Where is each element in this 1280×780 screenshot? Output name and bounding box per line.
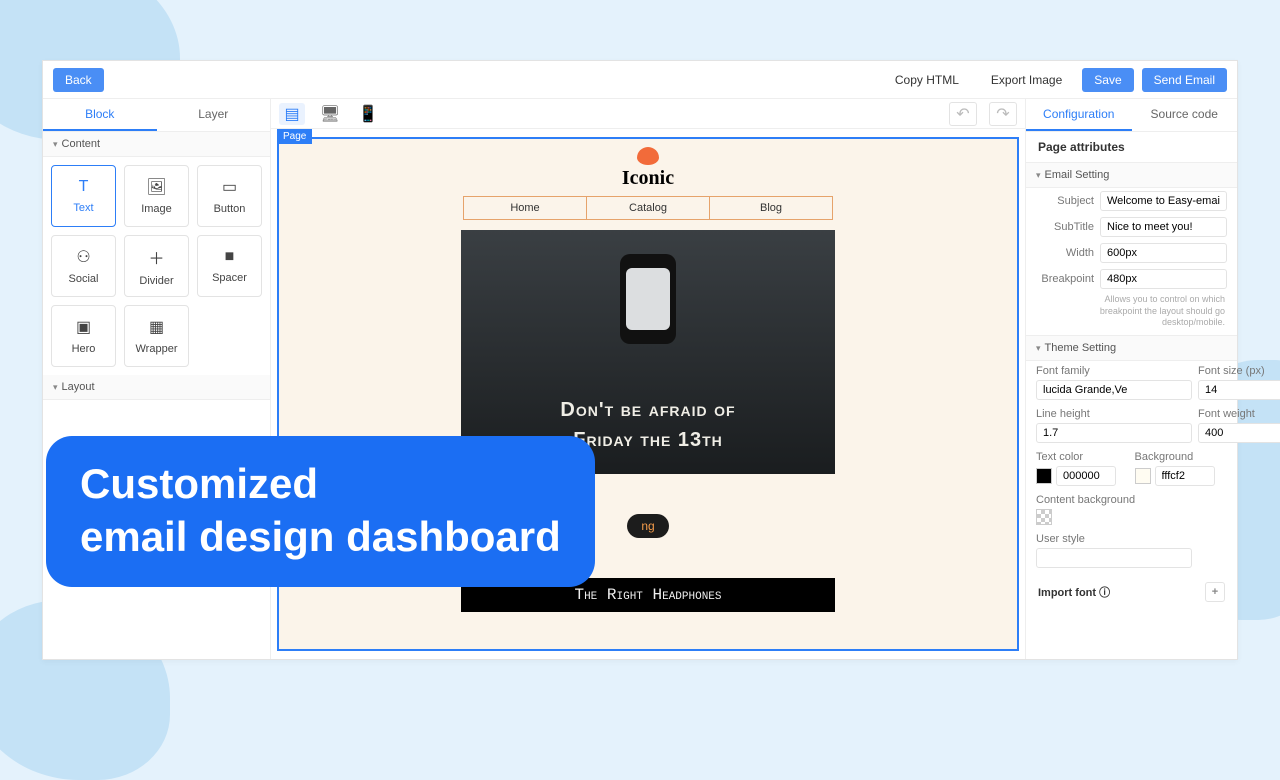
- tab-block[interactable]: Block: [43, 99, 157, 131]
- undo-button[interactable]: ↶: [949, 102, 977, 126]
- width-label: Width: [1036, 247, 1094, 259]
- marketing-overlay: Customized email design dashboard: [46, 436, 595, 587]
- block-wrapper[interactable]: ▦Wrapper: [124, 305, 189, 367]
- block-image[interactable]: 🖼Image: [124, 165, 189, 227]
- tab-configuration[interactable]: Configuration: [1026, 99, 1132, 131]
- breakpoint-input[interactable]: [1100, 269, 1227, 289]
- font-family-input[interactable]: [1036, 380, 1192, 400]
- hero-line2: Friday the 13th: [573, 429, 723, 451]
- font-weight-input[interactable]: [1198, 423, 1280, 443]
- watch-image: [620, 254, 676, 344]
- copy-html-button[interactable]: Copy HTML: [883, 68, 971, 92]
- social-icon: ⚇: [76, 247, 90, 267]
- breakpoint-hint: Allows you to control on which breakpoin…: [1026, 292, 1237, 335]
- right-sidebar: Configuration Source code Page attribute…: [1025, 99, 1237, 659]
- subject-label: Subject: [1036, 195, 1094, 207]
- text-color-input[interactable]: [1056, 466, 1116, 486]
- background-input[interactable]: [1155, 466, 1215, 486]
- font-family-label: Font family: [1036, 365, 1192, 377]
- device-edit[interactable]: ▤: [279, 103, 305, 125]
- text-color-swatch[interactable]: [1036, 468, 1052, 484]
- brand-name: Iconic: [622, 167, 674, 190]
- content-bg-swatch[interactable]: [1036, 509, 1052, 525]
- subtitle-input[interactable]: [1100, 217, 1227, 237]
- line-height-input[interactable]: [1036, 423, 1192, 443]
- block-text[interactable]: TText: [51, 165, 116, 227]
- overlay-line1: Customized: [80, 458, 561, 511]
- tab-source-code[interactable]: Source code: [1132, 99, 1238, 131]
- line-height-label: Line height: [1036, 408, 1192, 420]
- section-content-label: Content: [62, 138, 101, 150]
- section-content[interactable]: ▾Content: [43, 132, 270, 157]
- subtitle-label: SubTitle: [1036, 221, 1094, 233]
- button-icon: ▭: [222, 177, 237, 197]
- content-bg-label: Content background: [1036, 494, 1227, 506]
- import-font-label: Import font ⓘ: [1038, 584, 1110, 600]
- background-label: Background: [1135, 451, 1228, 463]
- send-email-button[interactable]: Send Email: [1142, 68, 1227, 92]
- font-weight-label: Font weight: [1198, 408, 1280, 420]
- group-theme-setting[interactable]: ▾Theme Setting: [1026, 336, 1237, 361]
- subject-input[interactable]: [1100, 191, 1227, 211]
- block-divider[interactable]: ＋Divider: [124, 235, 189, 297]
- font-size-label: Font size (px): [1198, 365, 1280, 377]
- section-layout[interactable]: ▾Layout: [43, 375, 270, 400]
- text-icon: T: [79, 178, 89, 196]
- tab-layer[interactable]: Layer: [157, 99, 271, 131]
- block-spacer[interactable]: ■Spacer: [197, 235, 262, 297]
- cta-button-partial[interactable]: ng: [627, 514, 668, 538]
- page-attributes-title: Page attributes: [1026, 132, 1237, 162]
- text-color-label: Text color: [1036, 451, 1129, 463]
- nav-blog[interactable]: Blog: [710, 197, 832, 219]
- save-button[interactable]: Save: [1082, 68, 1133, 92]
- device-mobile[interactable]: 📱: [355, 103, 381, 125]
- brand-logo-icon: [637, 147, 659, 165]
- email-nav: Home Catalog Blog: [463, 196, 833, 220]
- hero-icon: ▣: [76, 317, 91, 337]
- breakpoint-label: Breakpoint: [1036, 273, 1094, 285]
- block-hero[interactable]: ▣Hero: [51, 305, 116, 367]
- back-button[interactable]: Back: [53, 68, 104, 92]
- section-layout-label: Layout: [62, 381, 95, 393]
- font-size-input[interactable]: [1198, 380, 1280, 400]
- width-input[interactable]: [1100, 243, 1227, 263]
- redo-button[interactable]: ↷: [989, 102, 1017, 126]
- export-image-button[interactable]: Export Image: [979, 68, 1074, 92]
- background-swatch[interactable]: [1135, 468, 1151, 484]
- device-desktop[interactable]: 🖥: [317, 103, 343, 125]
- nav-catalog[interactable]: Catalog: [587, 197, 710, 219]
- group-email-setting[interactable]: ▾Email Setting: [1026, 163, 1237, 188]
- hero-line1: Don't be afraid of: [560, 399, 735, 421]
- block-social[interactable]: ⚇Social: [51, 235, 116, 297]
- overlay-line2: email design dashboard: [80, 511, 561, 564]
- top-toolbar: Back Copy HTML Export Image Save Send Em…: [43, 61, 1237, 99]
- import-font-add[interactable]: +: [1205, 582, 1225, 602]
- user-style-input[interactable]: [1036, 548, 1192, 568]
- wrapper-icon: ▦: [149, 317, 164, 337]
- nav-home[interactable]: Home: [464, 197, 587, 219]
- spacer-icon: ■: [225, 248, 235, 266]
- image-icon: 🖼: [146, 177, 166, 197]
- block-button[interactable]: ▭Button: [197, 165, 262, 227]
- divider-icon: ＋: [148, 245, 164, 269]
- selection-tag: Page: [277, 129, 312, 144]
- user-style-label: User style: [1036, 533, 1227, 545]
